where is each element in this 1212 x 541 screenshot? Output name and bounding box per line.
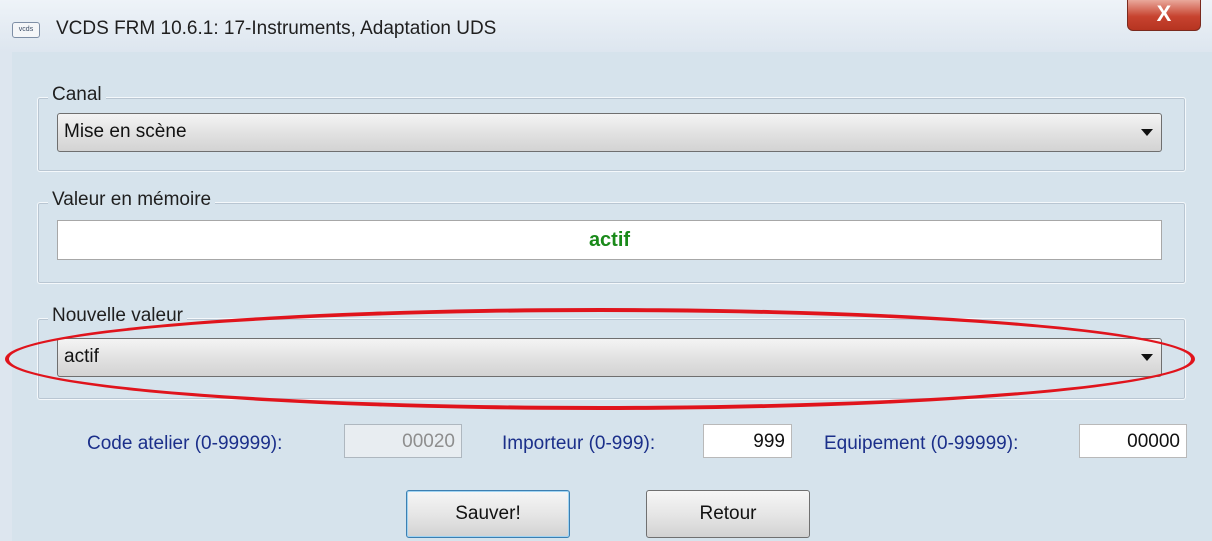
new-value-selected-value: actif bbox=[64, 346, 99, 367]
memory-group-label: Valeur en mémoire bbox=[48, 189, 216, 211]
chevron-down-icon bbox=[1141, 354, 1153, 361]
importer-label: Importeur (0-999): bbox=[502, 433, 656, 454]
equipment-label: Equipement (0-99999): bbox=[824, 433, 1019, 454]
window-title: VCDS FRM 10.6.1: 17-Instruments, Adaptat… bbox=[56, 18, 497, 39]
new-value-dropdown[interactable]: actif bbox=[57, 338, 1162, 377]
adaptation-window: vcds VCDS FRM 10.6.1: 17-Instruments, Ad… bbox=[0, 0, 1212, 541]
window-content: Canal Mise en scène Valeur en mémoire ac… bbox=[12, 52, 1212, 541]
equipment-field[interactable]: 00000 bbox=[1079, 424, 1187, 458]
vcds-app-icon: vcds bbox=[12, 22, 40, 38]
memory-value-field: actif bbox=[57, 220, 1162, 260]
importer-field[interactable]: 999 bbox=[703, 424, 792, 458]
title-bar: vcds VCDS FRM 10.6.1: 17-Instruments, Ad… bbox=[0, 0, 1212, 52]
save-button[interactable]: Sauver! bbox=[406, 490, 570, 538]
canal-group-label: Canal bbox=[48, 84, 106, 106]
workshop-code-label: Code atelier (0-99999): bbox=[87, 433, 283, 454]
canal-dropdown[interactable]: Mise en scène bbox=[57, 113, 1162, 152]
back-button[interactable]: Retour bbox=[646, 490, 810, 538]
memory-group: Valeur en mémoire actif bbox=[37, 189, 1186, 284]
new-value-group: Nouvelle valeur actif bbox=[37, 305, 1186, 400]
workshop-code-field: 00020 bbox=[344, 424, 462, 458]
canal-group: Canal Mise en scène bbox=[37, 84, 1186, 172]
chevron-down-icon bbox=[1141, 129, 1153, 136]
new-value-group-label: Nouvelle valeur bbox=[48, 305, 187, 327]
close-button[interactable]: X bbox=[1127, 0, 1201, 31]
canal-selected-value: Mise en scène bbox=[64, 121, 187, 142]
